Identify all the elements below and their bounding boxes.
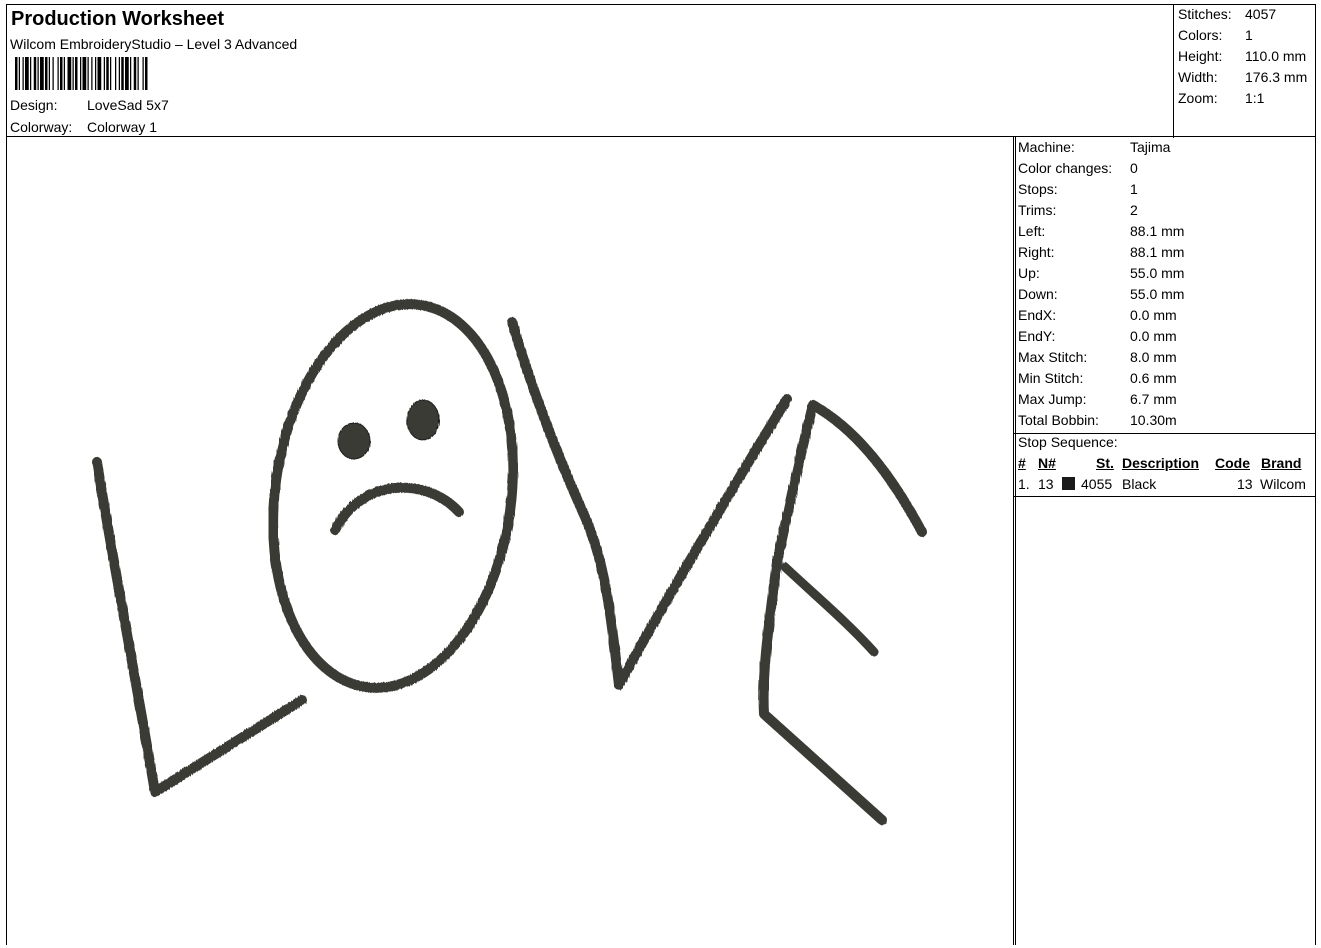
machine-info-label: Left: — [1018, 223, 1046, 239]
thread-color-swatch — [1062, 477, 1075, 490]
letter-e-stroke — [758, 400, 927, 825]
design-label: Design: — [10, 97, 58, 113]
machine-info-value: 0.0 mm — [1130, 307, 1177, 323]
machine-info-label: Max Stitch: — [1018, 349, 1088, 365]
machine-info-value: 0.6 mm — [1130, 370, 1177, 386]
machine-info-label: Down: — [1018, 286, 1058, 302]
machine-info-label: EndX: — [1018, 307, 1057, 323]
colorway-label: Colorway: — [10, 119, 73, 135]
machine-info-label: Machine: — [1018, 139, 1075, 155]
col-header-code: Code — [1215, 455, 1250, 471]
divider — [1014, 496, 1315, 497]
machine-info-label: Right: — [1018, 244, 1055, 260]
machine-info-value: 10.30m — [1130, 412, 1177, 428]
stop-sequence-title: Stop Sequence: — [1018, 434, 1118, 450]
stop-row-description: Black — [1122, 476, 1157, 492]
machine-info-value: 8.0 mm — [1130, 349, 1177, 365]
face-frown — [330, 482, 464, 535]
stats-panel: Stitches: 4057 Colors: 1 Height: 110.0 mm W… — [1173, 5, 1317, 138]
machine-info-label: Trims: — [1018, 202, 1057, 218]
machine-info-panel: Machine: Tajima Color changes: 0 Stops: 1 Trim… — [1013, 136, 1316, 945]
machine-info-label: Max Jump: — [1018, 391, 1087, 407]
barcode — [15, 57, 148, 90]
machine-info-value: 0 — [1130, 160, 1138, 176]
design-preview — [6, 136, 1016, 945]
stop-row-needle: 13 — [1038, 476, 1054, 492]
letter-o-face-stroke — [268, 299, 518, 693]
stop-row-index: 1. — [1018, 476, 1030, 492]
col-header-index: # — [1018, 455, 1026, 471]
machine-info-label: Stops: — [1018, 181, 1058, 197]
machine-info-value: 6.7 mm — [1130, 391, 1177, 407]
machine-info-label: EndY: — [1018, 328, 1056, 344]
machine-info-label: Up: — [1018, 265, 1040, 281]
machine-info-value: 88.1 mm — [1130, 223, 1185, 239]
face-right-eye — [406, 399, 440, 441]
col-header-stitches: St. — [1096, 455, 1114, 471]
col-header-needle: N# — [1038, 455, 1056, 471]
stop-row-brand: Wilcom — [1260, 476, 1306, 492]
machine-info-value: 0.0 mm — [1130, 328, 1177, 344]
worksheet-header: Production Worksheet Wilcom EmbroiderySt… — [6, 4, 1317, 138]
machine-info-value: 55.0 mm — [1130, 286, 1185, 302]
page-title: Production Worksheet — [11, 8, 224, 30]
machine-info-value: 2 — [1130, 202, 1138, 218]
machine-info-label: Total Bobbin: — [1018, 412, 1099, 428]
stop-row-stitches: 4055 — [1081, 476, 1113, 492]
col-header-description: Description — [1122, 455, 1200, 471]
machine-info-value: 55.0 mm — [1130, 265, 1185, 281]
machine-info-value: 1 — [1130, 181, 1138, 197]
colorway-value: Colorway 1 — [87, 119, 158, 135]
machine-info-label: Color changes: — [1018, 160, 1113, 176]
design-value: LoveSad 5x7 — [87, 97, 169, 113]
embroidery-design — [92, 299, 927, 825]
face-left-eye — [337, 422, 371, 460]
stop-row-code: 13 — [1237, 476, 1253, 492]
col-header-brand: Brand — [1261, 455, 1302, 471]
machine-info-value: Tajima — [1130, 139, 1171, 155]
letter-v-stroke — [507, 317, 792, 690]
software-name: Wilcom EmbroideryStudio – Level 3 Advanc… — [10, 36, 298, 52]
machine-info-value: 88.1 mm — [1130, 244, 1185, 260]
machine-info-label: Min Stitch: — [1018, 370, 1084, 386]
letter-e-middle-bar — [780, 562, 879, 657]
